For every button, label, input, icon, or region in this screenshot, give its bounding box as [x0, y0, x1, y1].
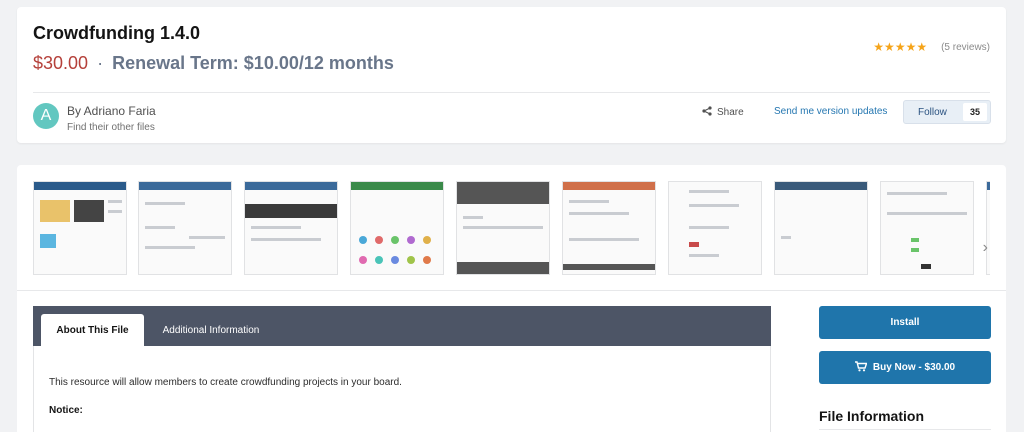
star-rating-icon: ★★★★★ [873, 40, 928, 54]
gallery-thumbnail[interactable] [33, 181, 127, 275]
file-info-divider [819, 429, 991, 430]
buy-now-label: Buy Now - $30.00 [872, 362, 956, 373]
gallery-thumbnail[interactable] [668, 181, 762, 275]
chevron-right-icon[interactable]: › [983, 239, 988, 257]
send-version-updates-link[interactable]: Send me version updates [774, 106, 887, 117]
follow-button[interactable]: Follow 35 [903, 100, 991, 124]
gallery-thumbnail[interactable] [350, 181, 444, 275]
install-label: Install [890, 317, 920, 328]
buy-now-button[interactable]: Buy Now - $30.00 [819, 351, 991, 384]
gallery-thumbnail[interactable] [138, 181, 232, 275]
gallery-thumbnail[interactable] [774, 181, 868, 275]
gallery-thumbnail[interactable] [986, 181, 990, 275]
notice-heading: Notice: [49, 405, 83, 416]
renewal-term: Renewal Term: $10.00/12 months [112, 53, 394, 73]
price: $30.00 [33, 53, 89, 73]
price-separator: · [97, 53, 104, 73]
tab-content: This resource will allow members to crea… [33, 346, 771, 432]
share-icon [702, 106, 712, 119]
gallery-thumbnail[interactable] [244, 181, 338, 275]
gallery-thumbnail[interactable] [562, 181, 656, 275]
resource-body: › About This File Additional Information… [17, 165, 1006, 432]
follow-label: Follow [918, 106, 947, 118]
rating[interactable]: ★★★★★ (5 reviews) [873, 40, 990, 54]
tab-about-this-file[interactable]: About This File [41, 314, 144, 346]
find-other-files-link[interactable]: Find their other files [67, 122, 155, 133]
author-byline[interactable]: By Adriano Faria [67, 104, 156, 118]
share-label: Share [717, 107, 744, 118]
follow-count: 35 [963, 103, 987, 121]
cart-icon [854, 360, 868, 375]
price-line: $30.00 · Renewal Term: $10.00/12 months [33, 53, 394, 74]
gallery-divider [17, 290, 1006, 291]
resource-description: This resource will allow members to crea… [49, 377, 402, 388]
resource-title: Crowdfunding 1.4.0 [33, 23, 201, 43]
install-button[interactable]: Install [819, 306, 991, 339]
tabs-bar: About This File Additional Information [33, 306, 771, 346]
review-count[interactable]: (5 reviews) [941, 42, 990, 53]
file-information-heading: File Information [819, 408, 924, 424]
gallery-thumbnail[interactable] [456, 181, 550, 275]
resource-header: Crowdfunding 1.4.0 $30.00 · Renewal Term… [17, 7, 1006, 143]
tab-additional-information[interactable]: Additional Information [153, 314, 269, 346]
gallery-thumbnail[interactable] [880, 181, 974, 275]
share-button[interactable]: Share [702, 106, 744, 119]
header-divider [33, 92, 990, 93]
avatar[interactable]: A [33, 103, 59, 129]
screenshot-gallery: › [33, 181, 990, 275]
